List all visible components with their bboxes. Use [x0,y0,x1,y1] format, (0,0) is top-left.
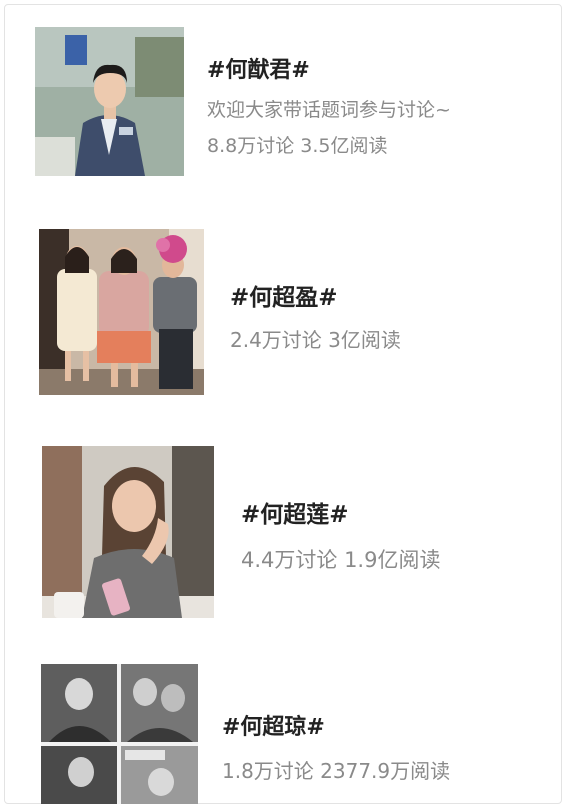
topic-title[interactable]: #何超盈# [230,278,338,312]
topic-stats: 8.8万讨论 3.5亿阅读 [207,135,388,157]
topic-title[interactable]: #何猷君# [207,52,310,84]
topic-title[interactable]: #何超琼# [222,709,325,741]
topic-thumbnail[interactable] [42,446,214,618]
topic-thumbnail[interactable] [35,27,184,176]
topic-title[interactable]: #何超莲# [241,495,349,529]
topic-thumbnail[interactable] [41,664,198,804]
topic-thumbnail[interactable] [39,229,204,395]
topic-description: 欢迎大家带话题词参与讨论~ [207,99,451,121]
topic-stats: 4.4万讨论 1.9亿阅读 [241,548,441,572]
topic-stats: 2.4万讨论 3亿阅读 [230,328,401,352]
topic-stats: 1.8万讨论 2377.9万阅读 [222,759,451,783]
